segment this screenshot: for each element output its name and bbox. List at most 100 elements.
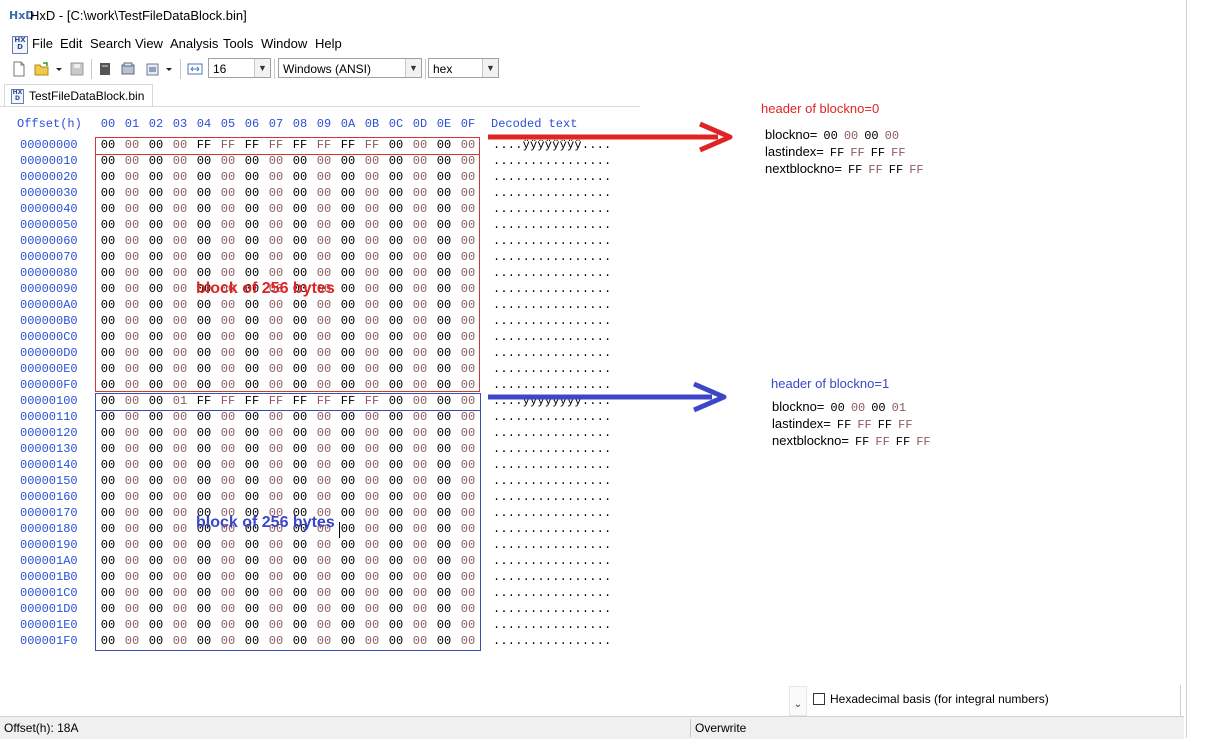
charset-select[interactable]: Windows (ANSI) ▼ <box>278 58 422 78</box>
chevron-down-icon[interactable]: ⌄ <box>789 686 807 716</box>
decoded-text[interactable]: ................ <box>493 426 611 440</box>
decoded-text[interactable]: ................ <box>493 298 611 312</box>
row-offset: 00000080 <box>20 266 78 280</box>
menu-analysis[interactable]: Analysis <box>168 36 220 51</box>
decoded-text[interactable]: ................ <box>493 602 611 616</box>
decoded-text[interactable]: ................ <box>493 266 611 280</box>
field-byte: FF <box>898 418 913 432</box>
decoded-text[interactable]: ................ <box>493 554 611 568</box>
row-offset: 00000020 <box>20 170 78 184</box>
status-separator <box>690 719 691 737</box>
menu-tools[interactable]: Tools <box>221 36 255 51</box>
field-byte: 00 <box>850 401 866 415</box>
header-0-title: header of blockno=0 <box>761 101 880 116</box>
menu-help[interactable]: Help <box>313 36 344 51</box>
decoded-text[interactable]: ................ <box>493 538 611 552</box>
decoded-text[interactable]: ................ <box>493 170 611 184</box>
row-offset: 00000050 <box>20 218 78 232</box>
bytes-per-row-select[interactable]: 16 ▼ <box>208 58 271 78</box>
field-label: nextblockno= <box>772 433 849 448</box>
decoded-text[interactable]: ................ <box>493 570 611 584</box>
hex-basis-label: Hexadecimal basis (for integral numbers) <box>830 692 1049 706</box>
header1-line: lastindex= FF FF FF FF <box>772 416 913 432</box>
window-title: HxD - [C:\work\TestFileDataBlock.bin] <box>30 8 247 23</box>
decoded-text[interactable]: ................ <box>493 202 611 216</box>
row-offset: 00000090 <box>20 282 78 296</box>
field-byte: FF <box>875 435 890 449</box>
decoded-text[interactable]: ................ <box>493 586 611 600</box>
field-byte: 00 <box>864 129 879 143</box>
decoded-text[interactable]: ................ <box>493 634 611 648</box>
view-dropdown-icon[interactable] <box>164 61 174 77</box>
view-icon[interactable] <box>145 61 161 77</box>
row-offset: 000001C0 <box>20 586 78 600</box>
block-0-header-outline <box>95 137 480 155</box>
tab-label: TestFileDataBlock.bin <box>29 89 145 103</box>
save-icon[interactable] <box>69 61 85 77</box>
field-byte: FF <box>836 418 852 432</box>
decoded-text[interactable]: ................ <box>493 362 611 376</box>
row-offset: 00000030 <box>20 186 78 200</box>
menu-view[interactable]: View <box>133 36 165 51</box>
decoded-text[interactable]: ................ <box>493 250 611 264</box>
decoded-text[interactable]: ................ <box>493 330 611 344</box>
decoded-text[interactable]: ................ <box>493 234 611 248</box>
decoded-text[interactable]: ................ <box>493 618 611 632</box>
menu-search[interactable]: Search <box>88 36 133 51</box>
decoded-text[interactable]: ................ <box>493 218 611 232</box>
decoded-text[interactable]: ................ <box>493 346 611 360</box>
column-header: 06 <box>244 117 260 131</box>
open-folder-icon[interactable] <box>34 61 50 77</box>
display-mode-select[interactable]: hex ▼ <box>428 58 499 78</box>
window-frame-edge <box>1186 0 1187 738</box>
decoded-text[interactable]: ................ <box>493 522 611 536</box>
decoded-text[interactable]: ................ <box>493 474 611 488</box>
status-mode: Overwrite <box>695 721 747 735</box>
tab-testfiledatablock[interactable]: HX D TestFileDataBlock.bin <box>4 84 154 106</box>
decoded-text[interactable]: ................ <box>493 458 611 472</box>
hxd-doc-icon[interactable]: HX D <box>12 36 28 54</box>
decoded-text[interactable]: ................ <box>493 442 611 456</box>
column-header: 0C <box>388 117 404 131</box>
chevron-down-icon[interactable]: ▼ <box>254 59 270 77</box>
field-label: lastindex= <box>765 144 824 159</box>
menu-edit[interactable]: Edit <box>58 36 84 51</box>
field-byte: FF <box>916 435 931 449</box>
open-dropdown-icon[interactable] <box>54 61 64 77</box>
block-1-header-outline <box>95 393 481 411</box>
column-header: 09 <box>316 117 332 131</box>
row-offset: 000000B0 <box>20 314 78 328</box>
row-offset: 00000190 <box>20 538 78 552</box>
hex-basis-checkbox[interactable] <box>813 693 825 705</box>
decoded-text[interactable]: ................ <box>493 282 611 296</box>
column-header: 0D <box>412 117 428 131</box>
column-header: 05 <box>220 117 236 131</box>
decoded-text[interactable]: ................ <box>493 186 611 200</box>
arrow-to-header-0 <box>488 121 733 153</box>
ram-editor-icon[interactable] <box>120 61 136 77</box>
column-header: 08 <box>292 117 308 131</box>
field-byte: FF <box>891 146 906 160</box>
row-offset: 00000120 <box>20 426 78 440</box>
decoded-text[interactable]: ................ <box>493 490 611 504</box>
row-offset: 000001B0 <box>20 570 78 584</box>
field-byte: FF <box>868 163 883 177</box>
header0-line: blockno= 00 00 00 00 <box>765 127 899 143</box>
menu-file[interactable]: File <box>30 36 55 51</box>
decoded-text[interactable]: ................ <box>493 314 611 328</box>
toolbar-separator <box>180 59 181 79</box>
block-0-outline <box>95 137 480 392</box>
field-byte: 00 <box>871 401 886 415</box>
menu-bar: HX D File Edit Search View Analysis Tools… <box>0 34 640 54</box>
field-byte: FF <box>895 435 911 449</box>
decoded-text[interactable]: ................ <box>493 506 611 520</box>
toolbar-separator <box>425 59 426 79</box>
menu-window[interactable]: Window <box>259 36 309 51</box>
decoded-text[interactable]: ................ <box>493 154 611 168</box>
row-offset: 000000A0 <box>20 298 78 312</box>
bytes-per-row-value: 16 <box>213 62 227 76</box>
disk-editor-icon[interactable] <box>97 61 113 77</box>
chevron-down-icon[interactable]: ▼ <box>482 59 498 77</box>
new-file-icon[interactable] <box>11 61 27 77</box>
chevron-down-icon[interactable]: ▼ <box>405 59 421 77</box>
